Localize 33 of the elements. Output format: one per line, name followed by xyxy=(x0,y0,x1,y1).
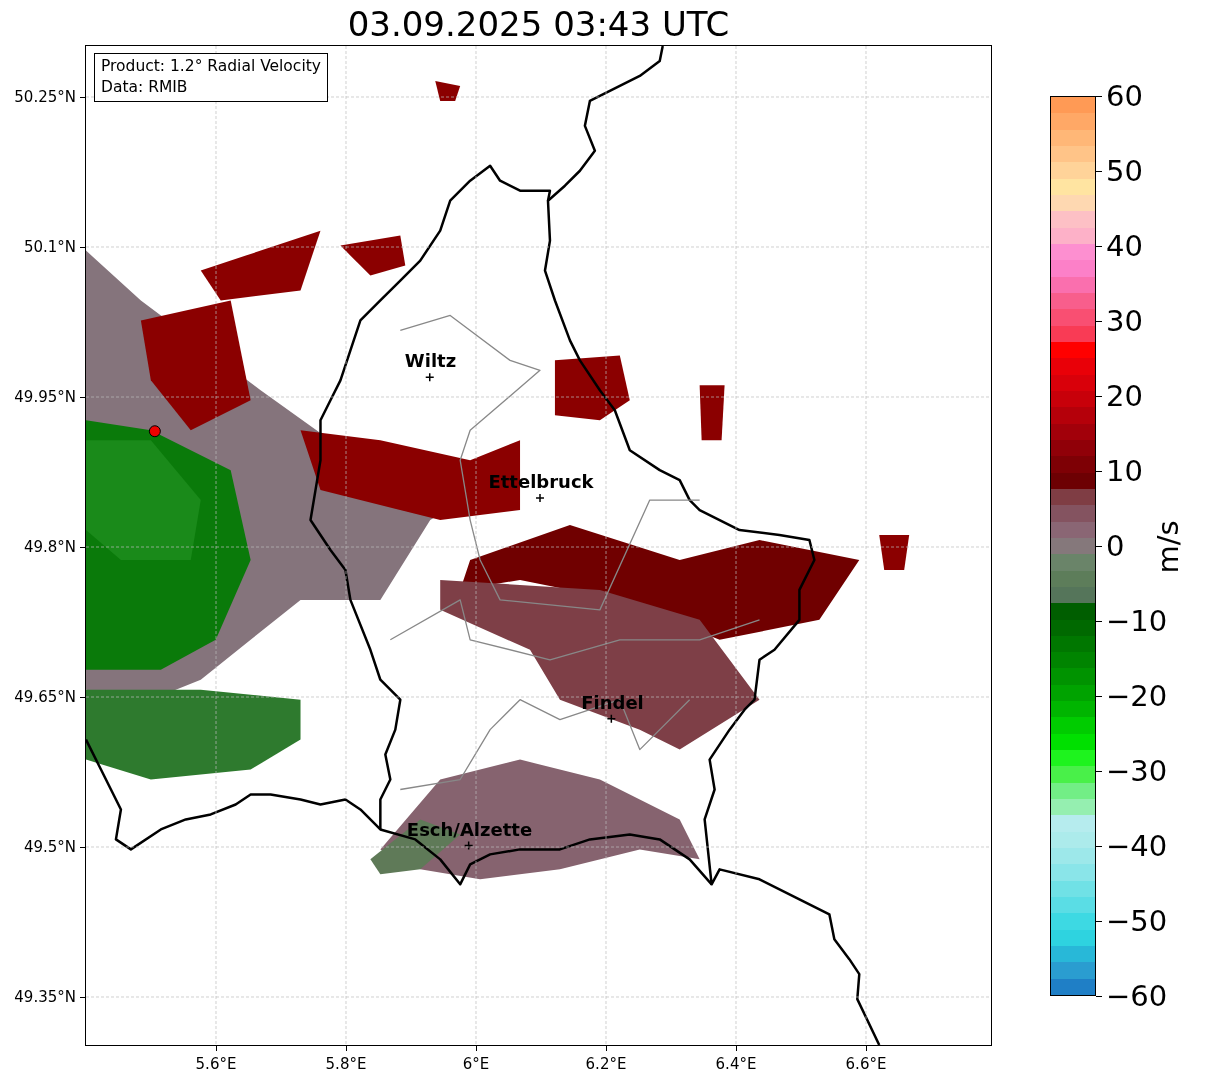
colorbar-tick-label: 50 xyxy=(1106,154,1143,188)
chart-title: 03.09.2025 03:43 UTC xyxy=(347,7,730,41)
colorbar-tick-label: 20 xyxy=(1106,379,1143,413)
colorbar-tick-label: 60 xyxy=(1106,79,1143,113)
axis-tick-label: 49.65°N xyxy=(14,688,76,706)
place-label: Esch/Alzette xyxy=(406,819,533,840)
axis-tick-label: 49.35°N xyxy=(14,988,76,1006)
colorbar-tick-label: 30 xyxy=(1106,304,1143,338)
colorbar-tick-label: −10 xyxy=(1106,604,1168,638)
place-label: Findel xyxy=(581,692,644,713)
axis-tick-label: 5.8°E xyxy=(325,1055,367,1073)
axis-tick-label: 6°E xyxy=(462,1055,490,1073)
colorbar-label: m/s xyxy=(1151,520,1185,574)
colorbar-tick-label: −60 xyxy=(1106,979,1168,1013)
legend-text: Data: RMIB xyxy=(101,77,189,98)
colorbar-tick-label: −20 xyxy=(1106,679,1168,713)
axis-tick-label: 49.5°N xyxy=(23,838,76,856)
axis-tick-label: 50.25°N xyxy=(14,88,76,106)
colorbar-tick-label: 0 xyxy=(1106,529,1125,563)
axis-tick-label: 49.8°N xyxy=(23,538,76,556)
axis-tick-label: 6.6°E xyxy=(845,1055,887,1073)
colorbar-tick-label: −30 xyxy=(1106,754,1168,788)
colorbar-tick-label: −40 xyxy=(1106,829,1168,863)
place-label: Wiltz xyxy=(404,350,457,371)
axis-tick-label: 5.6°E xyxy=(195,1055,237,1073)
axis-tick-label: 50.1°N xyxy=(23,238,76,256)
axis-tick-label: 49.95°N xyxy=(14,388,76,406)
legend-text: Product: 1.2° Radial Velocity xyxy=(101,56,321,77)
colorbar-tick-label: 10 xyxy=(1106,454,1143,488)
axis-tick-label: 6.2°E xyxy=(585,1055,627,1073)
colorbar-tick-label: 40 xyxy=(1106,229,1143,263)
axis-tick-label: 6.4°E xyxy=(715,1055,757,1073)
colorbar-tick-label: −50 xyxy=(1106,904,1168,938)
